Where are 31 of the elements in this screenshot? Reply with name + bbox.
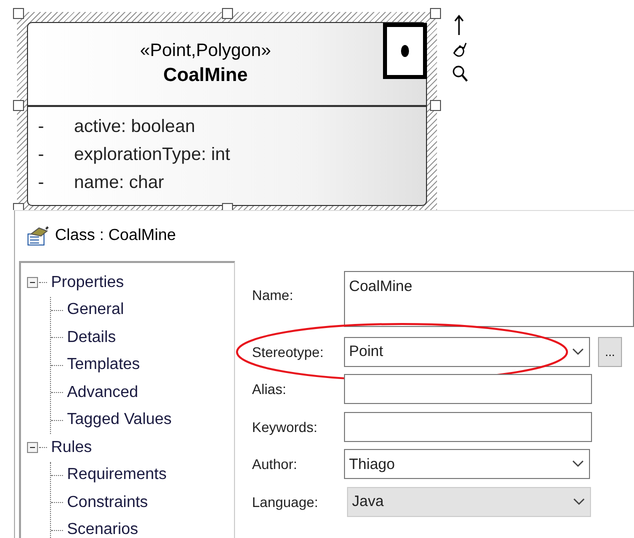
tree-item[interactable]: Tagged Values — [67, 411, 172, 430]
tree-item[interactable]: Properties — [51, 274, 124, 292]
tree-item[interactable]: Templates — [67, 356, 140, 374]
visibility-marker: - — [37, 171, 45, 194]
field-label: Alias: — [252, 381, 288, 398]
attribute-text: active: boolean — [74, 115, 196, 138]
tree-item[interactable]: Rules — [51, 438, 92, 457]
combo-box[interactable]: Thiago — [344, 449, 590, 480]
field-label: Stereotype: — [252, 344, 325, 360]
class-box[interactable]: «Point,Polygon» CoalMine - active: boolean - explorationType: int - name: char — [27, 22, 427, 206]
tree-item[interactable]: Details — [67, 328, 116, 347]
field-label: Author: — [252, 456, 298, 472]
dropdown[interactable]: Java — [347, 486, 591, 517]
attribute-text: explorationType: int — [74, 143, 230, 166]
stereotype-label: «Point,Polygon» — [138, 39, 272, 62]
browse-button[interactable]: ... — [598, 336, 622, 367]
dialog-title: Class : CoalMine — [55, 227, 176, 245]
name-field[interactable]: CoalMine — [344, 271, 634, 327]
tree-item[interactable]: General — [67, 301, 124, 320]
field-label: Name: — [252, 286, 294, 303]
visibility-marker: - — [37, 143, 45, 166]
visibility-marker: - — [37, 115, 45, 138]
tree-item[interactable]: Requirements — [67, 466, 167, 484]
field-label: Language: — [252, 494, 320, 510]
tree-item[interactable]: Advanced — [67, 384, 138, 402]
combo-box[interactable]: Point — [344, 336, 590, 367]
class-name: CoalMine — [162, 64, 249, 88]
attribute-text: name: char — [74, 171, 164, 194]
tree-item[interactable]: Scenarios — [67, 521, 138, 538]
field-label: Keywords: — [252, 418, 318, 435]
tree-item[interactable]: Constraints — [67, 494, 148, 512]
